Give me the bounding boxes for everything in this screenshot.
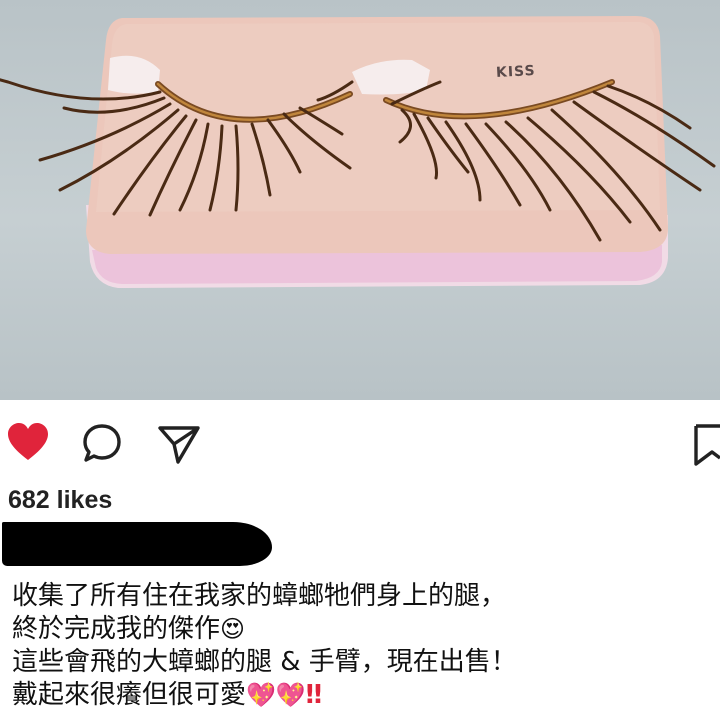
comment-button[interactable] bbox=[80, 422, 124, 470]
post-photo: KISS bbox=[0, 0, 720, 400]
caption-line: 終於完成我的傑作😍 bbox=[12, 613, 712, 646]
comment-bubble-icon bbox=[83, 424, 121, 462]
caption-text: 終於完成我的傑作 bbox=[12, 614, 221, 644]
sparkling-heart-emoji-icon: 💖💖 bbox=[246, 681, 306, 709]
redacted-username bbox=[2, 522, 272, 566]
brand-label: KISS bbox=[495, 62, 537, 82]
heart-eyes-emoji-icon: 😍 bbox=[220, 615, 246, 643]
likes-count[interactable]: 682 likes bbox=[8, 486, 112, 515]
like-button[interactable] bbox=[6, 422, 50, 466]
save-button[interactable] bbox=[690, 422, 720, 472]
paper-plane-icon bbox=[158, 426, 200, 464]
heart-icon bbox=[8, 423, 48, 460]
post-action-bar bbox=[0, 412, 720, 472]
caption-line: 這些會飛的大蟑螂的腿 & 手臂，現在出售！ bbox=[12, 647, 517, 677]
bookmark-icon bbox=[694, 424, 720, 466]
caption-line: 收集了所有住在我家的蟑螂牠們身上的腿， bbox=[12, 581, 507, 611]
double-exclamation-icon: ‼ bbox=[305, 680, 323, 710]
share-button[interactable] bbox=[156, 422, 202, 470]
caption-text: 戴起來很癢但很可愛 bbox=[12, 680, 247, 710]
lash-tray-illustration bbox=[0, 16, 716, 288]
post-caption: 收集了所有住在我家的蟑螂牠們身上的腿， 終於完成我的傑作😍 這些會飛的大蟑螂的腿… bbox=[12, 580, 712, 712]
caption-line: 戴起來很癢但很可愛💖💖‼ bbox=[12, 679, 712, 712]
